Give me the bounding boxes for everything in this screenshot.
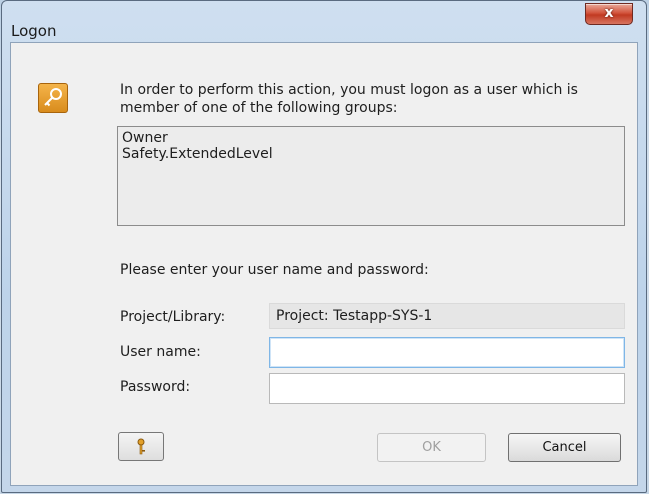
logon-dialog: Logon x In order to perform this action,… [1,0,647,493]
window-title: Logon [11,22,57,40]
project-library-field: Project: Testapp-SYS-1 [269,303,625,329]
close-icon: x [604,5,614,21]
close-button[interactable]: x [585,3,633,25]
group-item-owner: Owner [122,130,168,146]
username-input[interactable] [269,337,625,368]
cancel-button[interactable]: Cancel [508,433,621,462]
username-label: User name: [120,344,201,360]
key-settings-button[interactable] [118,432,164,461]
groups-list[interactable]: Owner Safety.ExtendedLevel [117,126,625,226]
dialog-body: In order to perform this action, you mus… [10,42,638,486]
ok-button[interactable]: OK [377,433,486,462]
title-bar[interactable]: Logon x [2,1,646,41]
credentials-prompt: Please enter your user name and password… [120,262,429,278]
project-library-label: Project/Library: [120,309,226,325]
small-key-icon [137,438,145,455]
key-icon [38,83,68,113]
password-label: Password: [120,379,191,395]
password-input[interactable] [269,373,625,404]
group-item-safety-extended-level: Safety.ExtendedLevel [122,146,273,162]
permission-message: In order to perform this action, you mus… [120,82,578,116]
